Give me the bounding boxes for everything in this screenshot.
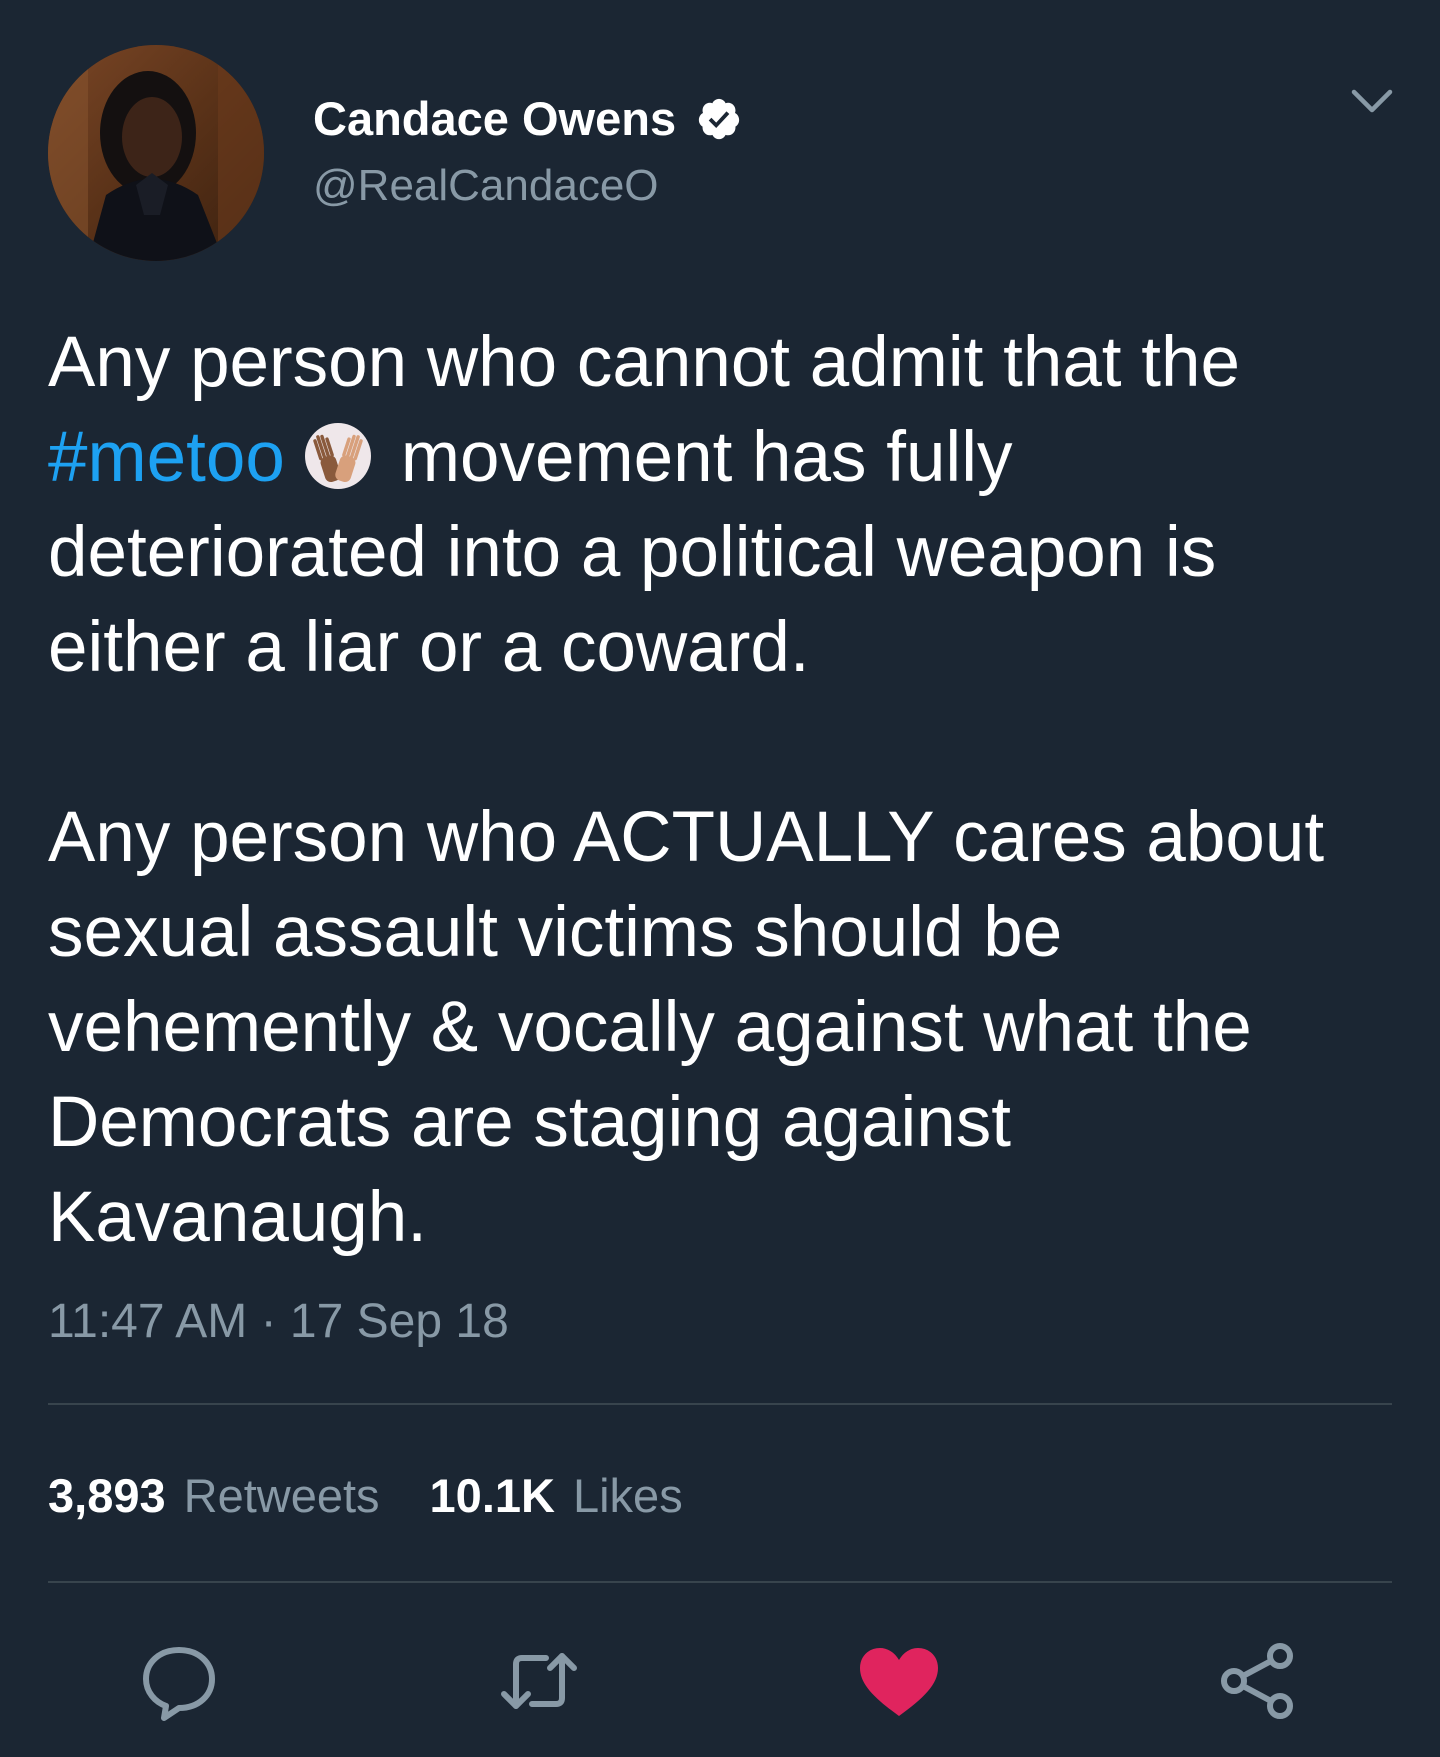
likes-label: Likes: [572, 1469, 683, 1522]
like-button[interactable]: [854, 1636, 944, 1726]
likes-stat[interactable]: 10.1K Likes: [430, 1466, 683, 1526]
retweets-stat[interactable]: 3,893 Retweets: [48, 1466, 380, 1526]
retweets-label: Retweets: [183, 1469, 380, 1522]
user-name-text: Candace Owens: [313, 92, 677, 145]
retweet-icon: [501, 1653, 577, 1709]
avatar[interactable]: [48, 45, 264, 261]
tweet-paragraph-1: Any person who cannot admit that the #me…: [48, 315, 1408, 695]
share-icon: [1221, 1643, 1293, 1719]
verified-badge-icon: [696, 96, 742, 142]
tweet-text: Any person who cannot admit that the #me…: [48, 315, 1408, 1265]
hashtag-link[interactable]: #metoo: [48, 418, 285, 497]
tweet-paragraph-2: Any person who ACTUALLY cares about sexu…: [48, 798, 1325, 1257]
action-bar: [0, 1636, 1440, 1726]
user-name[interactable]: Candace Owens: [313, 91, 742, 147]
reply-icon: [143, 1647, 215, 1721]
chevron-down-icon[interactable]: [1348, 82, 1396, 122]
divider: [48, 1403, 1392, 1405]
avatar-image: [48, 45, 264, 261]
raised-hands-emoji-icon: [303, 420, 373, 490]
like-icon: [860, 1648, 938, 1716]
tweet-text-part-1: Any person who cannot admit that the: [48, 323, 1240, 402]
likes-count: 10.1K: [429, 1469, 555, 1522]
retweets-count: 3,893: [48, 1469, 166, 1522]
reply-button[interactable]: [134, 1636, 224, 1726]
user-handle[interactable]: @RealCandaceO: [313, 159, 659, 213]
share-button[interactable]: [1214, 1636, 1304, 1726]
divider: [48, 1581, 1392, 1583]
tweet-timestamp[interactable]: 11:47 AM · 17 Sep 18: [48, 1292, 509, 1352]
tweet-stats: 3,893 Retweets 10.1K Likes: [48, 1466, 683, 1526]
retweet-button[interactable]: [494, 1636, 584, 1726]
